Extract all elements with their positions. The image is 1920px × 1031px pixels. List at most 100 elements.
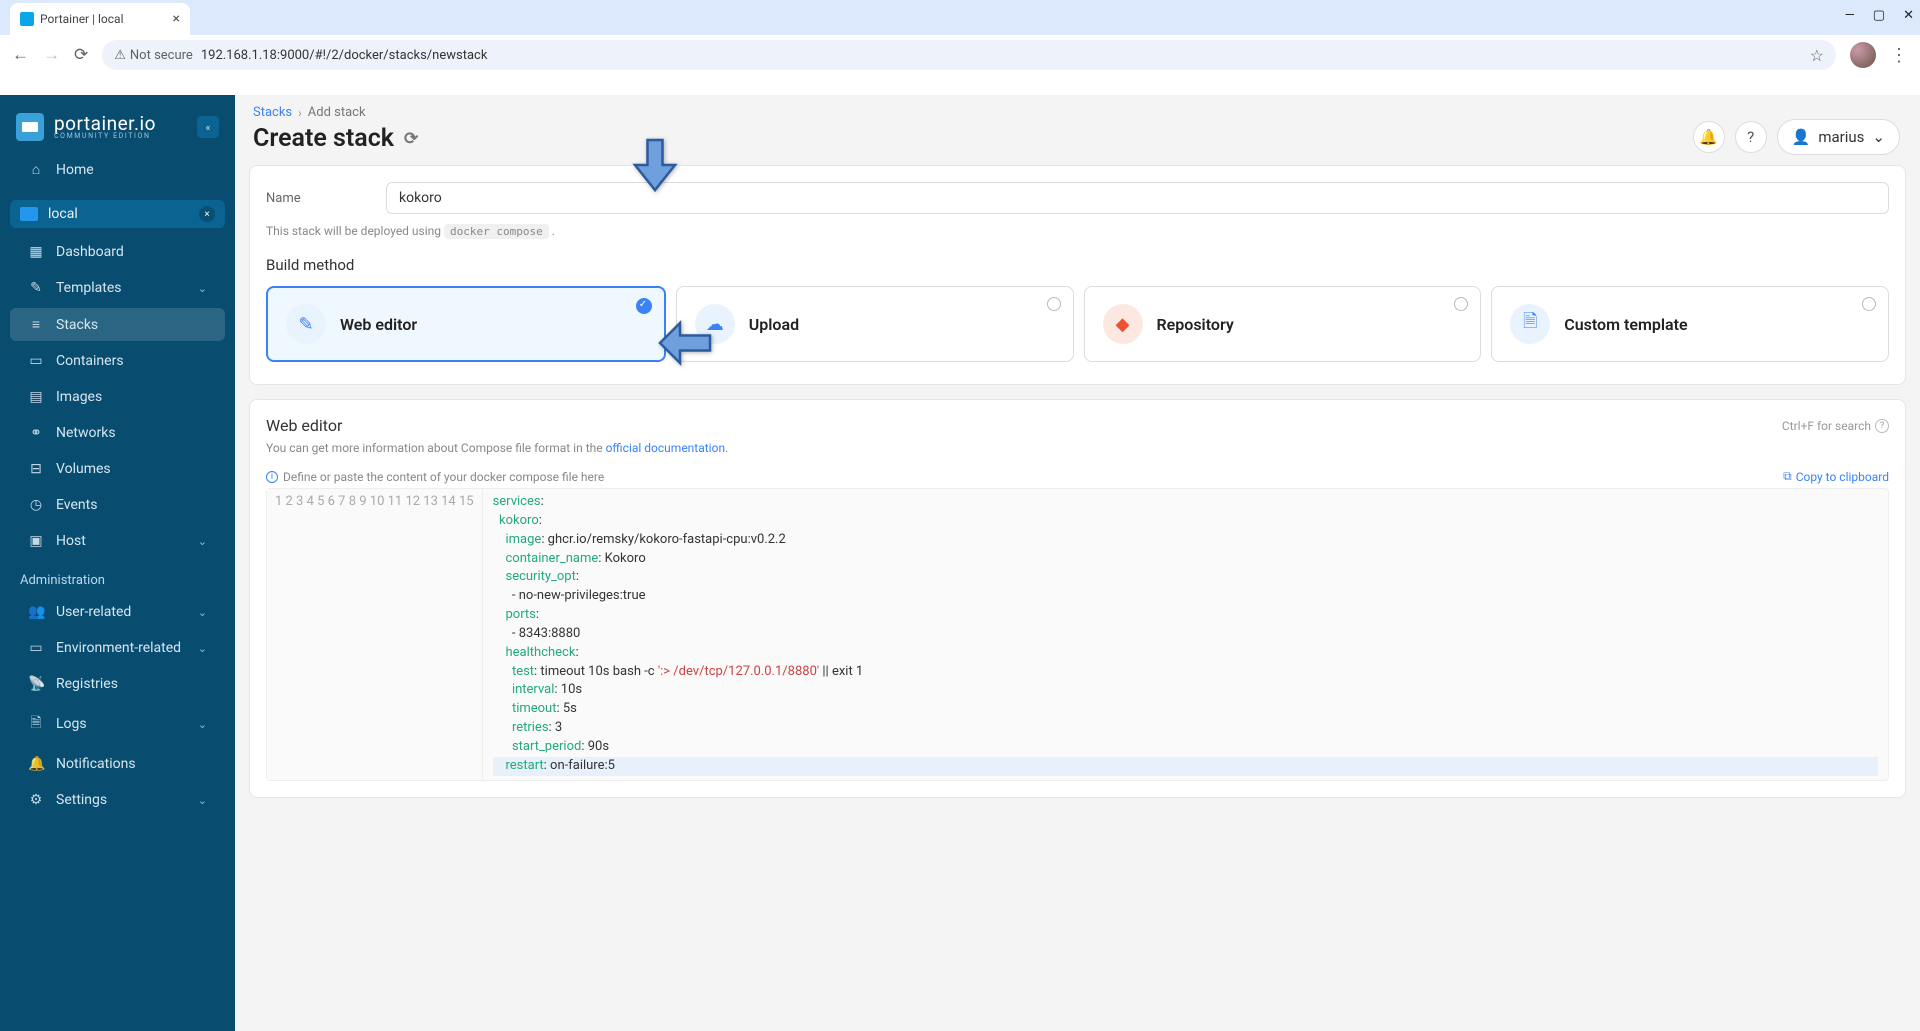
code-editor[interactable]: 1 2 3 4 5 6 7 8 9 10 11 12 13 14 15 serv… bbox=[266, 488, 1889, 781]
method-custom-template[interactable]: 🗎 Custom template bbox=[1491, 286, 1889, 362]
sidebar-item-images[interactable]: ▤Images bbox=[10, 381, 225, 413]
sidebar-item-settings[interactable]: ⚙Settings⌄ bbox=[10, 784, 225, 816]
sidebar-item-host[interactable]: ▣Host⌄ bbox=[10, 525, 225, 557]
browser-tab[interactable]: Portainer | local × bbox=[10, 3, 190, 35]
info-icon: i bbox=[266, 471, 278, 483]
annotation-arrow-icon bbox=[625, 135, 685, 207]
gear-icon: ⚙ bbox=[28, 792, 44, 808]
name-label: Name bbox=[266, 191, 346, 206]
nav-back-icon[interactable]: ← bbox=[12, 45, 29, 65]
refresh-icon[interactable]: ⟳ bbox=[404, 129, 418, 149]
radio-selected-icon bbox=[636, 298, 652, 314]
sidebar-item-containers[interactable]: ▭Containers bbox=[10, 345, 225, 377]
sidebar-collapse-icon[interactable]: « bbox=[197, 116, 219, 138]
close-tab-icon[interactable]: × bbox=[173, 11, 180, 27]
notifications-button[interactable]: 🔔 bbox=[1693, 121, 1725, 153]
sidebar-item-templates[interactable]: ✎Templates⌄ bbox=[10, 272, 225, 304]
security-indicator[interactable]: ⚠ Not secure bbox=[114, 48, 193, 63]
window-close[interactable]: ✕ bbox=[1903, 8, 1914, 23]
bookmark-icon[interactable]: ☆ bbox=[1810, 46, 1824, 65]
copy-to-clipboard-button[interactable]: ⧉Copy to clipboard bbox=[1783, 469, 1889, 484]
logo[interactable]: portainer.io COMMUNITY EDITION « bbox=[0, 103, 235, 151]
chevron-down-icon: ⌄ bbox=[198, 535, 207, 548]
breadcrumb-stacks[interactable]: Stacks bbox=[253, 105, 292, 120]
bell-icon: 🔔 bbox=[1699, 128, 1718, 146]
breadcrumb-add-stack: Add stack bbox=[308, 105, 366, 120]
editor-title: Web editor bbox=[266, 416, 342, 435]
volumes-icon: ⊟ bbox=[28, 461, 44, 477]
sidebar-section-admin: Administration bbox=[0, 559, 235, 594]
logo-edition: COMMUNITY EDITION bbox=[54, 133, 156, 140]
user-menu-button[interactable]: 👤marius⌄ bbox=[1777, 119, 1900, 155]
main-content: Stacks › Add stack 🔔 ? 👤marius⌄ Create s… bbox=[235, 95, 1920, 1031]
stack-name-input[interactable] bbox=[386, 182, 1889, 214]
breadcrumb-separator: › bbox=[298, 106, 302, 120]
template-icon: 🗎 bbox=[1510, 304, 1550, 344]
help-icon[interactable]: ? bbox=[1875, 419, 1889, 433]
users-icon: 👥 bbox=[28, 604, 44, 620]
breadcrumb: Stacks › Add stack bbox=[235, 95, 1920, 120]
docker-icon bbox=[20, 207, 38, 221]
build-method-label: Build method bbox=[266, 256, 1889, 274]
radio-icon bbox=[1862, 297, 1876, 311]
chevron-down-icon: ⌄ bbox=[198, 642, 207, 655]
chevron-down-icon: ⌄ bbox=[198, 718, 207, 731]
sidebar-item-registries[interactable]: 📡Registries bbox=[10, 668, 225, 700]
logo-icon bbox=[16, 113, 44, 141]
nav-reload-icon[interactable]: ⟳ bbox=[74, 45, 88, 65]
web-editor-panel: Web editor Ctrl+F for search? You can ge… bbox=[249, 399, 1906, 798]
images-icon: ▤ bbox=[28, 389, 44, 405]
sidebar-item-events[interactable]: ◷Events bbox=[10, 489, 225, 521]
chevron-down-icon: ⌄ bbox=[1872, 128, 1885, 146]
containers-icon: ▭ bbox=[28, 353, 44, 369]
window-maximize[interactable]: ▢ bbox=[1873, 8, 1885, 23]
git-icon: ◆ bbox=[1103, 304, 1143, 344]
home-icon: ⌂ bbox=[28, 161, 44, 178]
templates-icon: ✎ bbox=[28, 280, 44, 296]
favicon-icon bbox=[20, 12, 34, 26]
logo-text: portainer.io bbox=[54, 114, 156, 133]
address-bar[interactable]: ⚠ Not secure 192.168.1.18:9000/#!/2/dock… bbox=[102, 40, 1836, 70]
help-icon: ? bbox=[1747, 128, 1754, 146]
line-numbers: 1 2 3 4 5 6 7 8 9 10 11 12 13 14 15 bbox=[267, 489, 483, 780]
code-content[interactable]: services: kokoro: image: ghcr.io/remsky/… bbox=[483, 489, 1888, 780]
sidebar-item-user-related[interactable]: 👥User-related⌄ bbox=[10, 596, 225, 628]
help-button[interactable]: ? bbox=[1735, 121, 1767, 153]
url-text: 192.168.1.18:9000/#!/2/docker/stacks/new… bbox=[201, 48, 488, 63]
method-upload[interactable]: ☁ Upload bbox=[676, 286, 1074, 362]
stacks-icon: ≡ bbox=[28, 316, 44, 333]
host-icon: ▣ bbox=[28, 533, 44, 549]
sidebar-environment-local[interactable]: local× bbox=[10, 200, 225, 228]
editor-search-hint: Ctrl+F for search? bbox=[1782, 419, 1889, 433]
bell-icon: 🔔 bbox=[28, 756, 44, 772]
editor-placeholder-hint: iDefine or paste the content of your doc… bbox=[266, 470, 604, 484]
copy-icon: ⧉ bbox=[1783, 469, 1792, 484]
editor-description: You can get more information about Compo… bbox=[266, 441, 1889, 455]
sidebar-item-home[interactable]: ⌂Home bbox=[10, 153, 225, 186]
window-minimize[interactable]: — bbox=[1845, 8, 1855, 23]
documentation-link[interactable]: official documentation bbox=[606, 441, 726, 455]
sidebar-item-stacks[interactable]: ≡Stacks bbox=[10, 308, 225, 341]
edit-icon: ✎ bbox=[286, 304, 326, 344]
sidebar-item-networks[interactable]: ⚭Networks bbox=[10, 417, 225, 449]
method-repository[interactable]: ◆ Repository bbox=[1084, 286, 1482, 362]
sidebar-item-notifications[interactable]: 🔔Notifications bbox=[10, 748, 225, 780]
sidebar-item-environment-related[interactable]: ▭Environment-related⌄ bbox=[10, 632, 225, 664]
tab-title: Portainer | local bbox=[40, 12, 124, 26]
sidebar-item-volumes[interactable]: ⊟Volumes bbox=[10, 453, 225, 485]
sidebar: portainer.io COMMUNITY EDITION « ⌂Home l… bbox=[0, 95, 235, 1031]
user-icon: 👤 bbox=[1792, 128, 1811, 146]
sidebar-item-dashboard[interactable]: ▦Dashboard bbox=[10, 236, 225, 268]
registries-icon: 📡 bbox=[28, 676, 44, 692]
browser-menu-icon[interactable]: ⋮ bbox=[1890, 45, 1908, 66]
close-env-icon[interactable]: × bbox=[199, 206, 215, 222]
method-web-editor[interactable]: ✎ Web editor bbox=[266, 286, 666, 362]
radio-icon bbox=[1047, 297, 1061, 311]
nav-forward-icon: → bbox=[43, 45, 60, 65]
stack-form-panel: Name This stack will be deployed using d… bbox=[249, 165, 1906, 385]
page-title: Create stack ⟳ bbox=[235, 120, 1920, 165]
profile-avatar-icon[interactable] bbox=[1850, 42, 1876, 68]
sidebar-item-logs[interactable]: 🗎Logs⌄ bbox=[10, 704, 225, 744]
networks-icon: ⚭ bbox=[28, 425, 44, 441]
radio-icon bbox=[1454, 297, 1468, 311]
